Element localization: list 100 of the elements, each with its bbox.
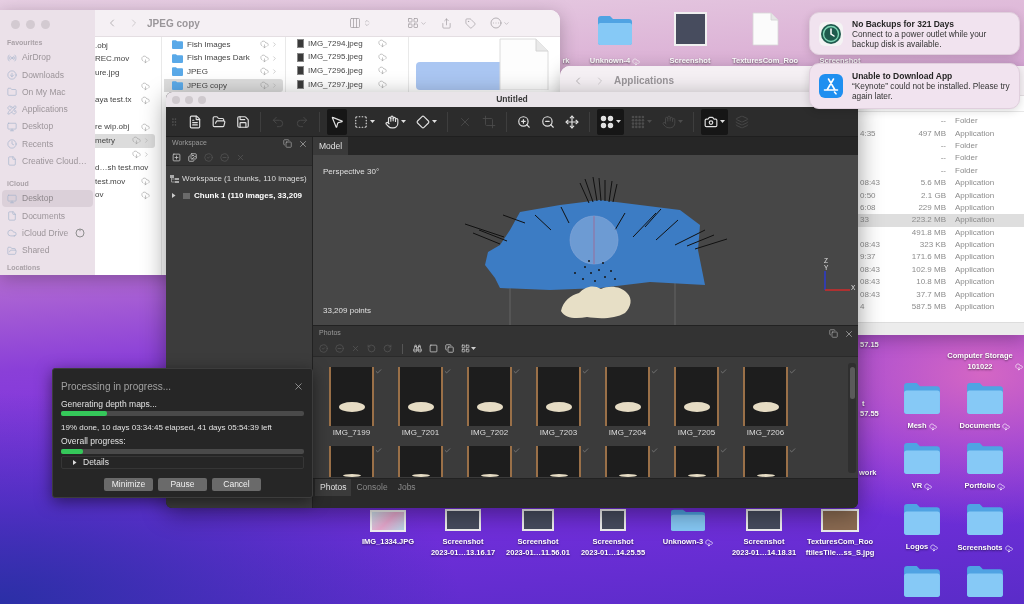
photo-placeholder[interactable] xyxy=(743,446,788,477)
document-icon[interactable] xyxy=(751,12,779,46)
sidebar-item[interactable]: Recents xyxy=(2,135,93,153)
image-thumbnail[interactable] xyxy=(746,509,782,531)
table-row[interactable]: -- Folder xyxy=(858,115,1024,128)
chevron-down-icon[interactable] xyxy=(420,19,427,27)
folder-icon[interactable] xyxy=(903,382,941,414)
folder-icon[interactable] xyxy=(966,565,1004,597)
photo-placeholder[interactable] xyxy=(329,446,374,477)
photo-placeholder[interactable] xyxy=(536,367,581,426)
binoculars-icon[interactable] xyxy=(413,344,422,353)
file-row[interactable]: d…sh test.mov xyxy=(95,161,155,175)
table-row[interactable]: 08:43 102.9 MB Application xyxy=(858,263,1024,277)
table-row[interactable]: 08:43 5.6 MB Application xyxy=(858,176,1024,190)
grid-icon[interactable] xyxy=(407,17,419,29)
sidebar-item[interactable]: On My Mac xyxy=(2,83,93,101)
image-thumbnail[interactable] xyxy=(445,509,481,531)
folder-icon[interactable] xyxy=(966,503,1004,535)
table-row[interactable]: 9:37 171.6 MB Application xyxy=(858,251,1024,264)
chevron-down-icon[interactable] xyxy=(503,19,510,27)
sidebar-item[interactable]: iCloud Drive xyxy=(2,224,93,242)
photo-placeholder[interactable] xyxy=(674,446,719,477)
check-icon[interactable] xyxy=(513,447,520,454)
check-icon[interactable] xyxy=(375,447,382,454)
photo-placeholder[interactable] xyxy=(398,446,443,477)
table-row[interactable]: 6:08 229 MB Application xyxy=(858,201,1024,215)
image-thumbnail[interactable] xyxy=(600,509,626,531)
folder-icon[interactable] xyxy=(903,503,941,535)
tag-icon[interactable] xyxy=(465,17,476,29)
photo-placeholder[interactable] xyxy=(605,367,650,426)
grip-icon[interactable] xyxy=(169,116,179,127)
file-row[interactable]: ov xyxy=(95,188,155,203)
dialog-button[interactable]: Cancel xyxy=(212,478,261,491)
toolbar-button[interactable] xyxy=(597,108,624,135)
table-row[interactable]: 08:43 10.8 MB Application xyxy=(858,276,1024,289)
check-icon[interactable] xyxy=(651,368,658,375)
table-row[interactable]: -- Folder xyxy=(858,139,1024,153)
table-row[interactable]: 33 223.2 MB Application xyxy=(858,214,1024,227)
tree-item[interactable]: Chunk 1 (110 images, 33,209 xyxy=(166,187,312,204)
table-row[interactable]: -- Folder xyxy=(858,152,1024,165)
sidebar-item[interactable]: Desktop xyxy=(2,190,93,208)
image-thumbnail[interactable] xyxy=(673,12,707,46)
check-icon[interactable] xyxy=(720,447,727,454)
file-row[interactable]: re wip.obj xyxy=(95,120,155,135)
folder-icon[interactable] xyxy=(903,442,941,474)
tab[interactable]: Jobs xyxy=(392,479,421,496)
check-icon[interactable] xyxy=(582,368,589,375)
folder-icon[interactable] xyxy=(670,509,706,531)
dialog-button[interactable]: Minimize xyxy=(104,478,153,491)
scrollbar[interactable] xyxy=(848,363,856,473)
sidebar-item[interactable]: Documents xyxy=(2,207,93,225)
stacked-squares-icon[interactable] xyxy=(445,344,454,353)
details-toggle[interactable]: Details xyxy=(61,456,304,469)
file-row[interactable]: JPEG copy xyxy=(164,78,283,93)
photo-placeholder[interactable] xyxy=(467,446,512,477)
close-icon[interactable] xyxy=(293,380,304,392)
sidebar-item[interactable]: Desktop xyxy=(2,118,93,136)
file-row[interactable]: IMG_7295.jpeg xyxy=(288,50,406,65)
check-icon[interactable] xyxy=(651,447,658,454)
table-row[interactable]: 491.8 MB Application xyxy=(858,226,1024,239)
check-icon[interactable] xyxy=(444,447,451,454)
file-row[interactable]: ure.jpg xyxy=(95,66,155,80)
check-icon[interactable] xyxy=(720,368,727,375)
sidebar-item[interactable]: Applications xyxy=(2,100,93,119)
restore-icon[interactable] xyxy=(283,139,292,148)
tab[interactable]: Console xyxy=(351,479,393,496)
check-icon[interactable] xyxy=(789,368,796,375)
file-row[interactable]: Fish Images Dark xyxy=(164,51,283,66)
restore-icon[interactable] xyxy=(829,329,838,338)
file-row[interactable]: JPEG xyxy=(164,65,283,79)
table-row[interactable]: 4:35 497 MB Application xyxy=(858,127,1024,140)
notification-card[interactable]: No Backups for 321 Days Connect to a power outlet while your backup disk is available. xyxy=(809,12,1020,55)
tab[interactable]: Photos xyxy=(315,479,352,496)
table-row[interactable]: 08:43 323 KB Application xyxy=(858,238,1024,252)
table-row[interactable]: 4 587.5 MB Application xyxy=(858,300,1024,314)
toolbar-button[interactable] xyxy=(461,344,476,353)
check-icon[interactable] xyxy=(513,368,520,375)
columns-view-icon[interactable] xyxy=(349,17,361,29)
close-icon[interactable] xyxy=(844,328,854,339)
photo-placeholder[interactable] xyxy=(467,367,512,426)
file-row[interactable]: Fish Images xyxy=(164,38,283,52)
file-row[interactable]: metry xyxy=(95,134,155,148)
disclosure-triangle-icon[interactable] xyxy=(171,193,176,198)
dialog-button[interactable]: Pause xyxy=(158,478,207,491)
photo-placeholder[interactable] xyxy=(674,367,719,426)
sidebar-item[interactable]: Creative Cloud… xyxy=(2,152,93,171)
image-thumbnail[interactable] xyxy=(522,509,554,531)
file-row[interactable]: IMG_7294.jpeg xyxy=(288,37,406,51)
file-row[interactable]: aya test.tx xyxy=(95,93,155,107)
toolbar-button[interactable] xyxy=(701,108,728,135)
more-icon[interactable] xyxy=(490,17,502,29)
check-icon[interactable] xyxy=(582,447,589,454)
check-icon[interactable] xyxy=(444,368,451,375)
square-plus-icon[interactable] xyxy=(172,153,181,162)
folder-icon[interactable] xyxy=(966,442,1004,474)
sidebar-item[interactable]: Shared xyxy=(2,241,93,260)
table-row[interactable]: -- Folder xyxy=(858,164,1024,177)
up-down-icon[interactable] xyxy=(363,19,371,27)
images-icon[interactable] xyxy=(188,153,197,162)
photo-placeholder[interactable] xyxy=(398,367,443,426)
